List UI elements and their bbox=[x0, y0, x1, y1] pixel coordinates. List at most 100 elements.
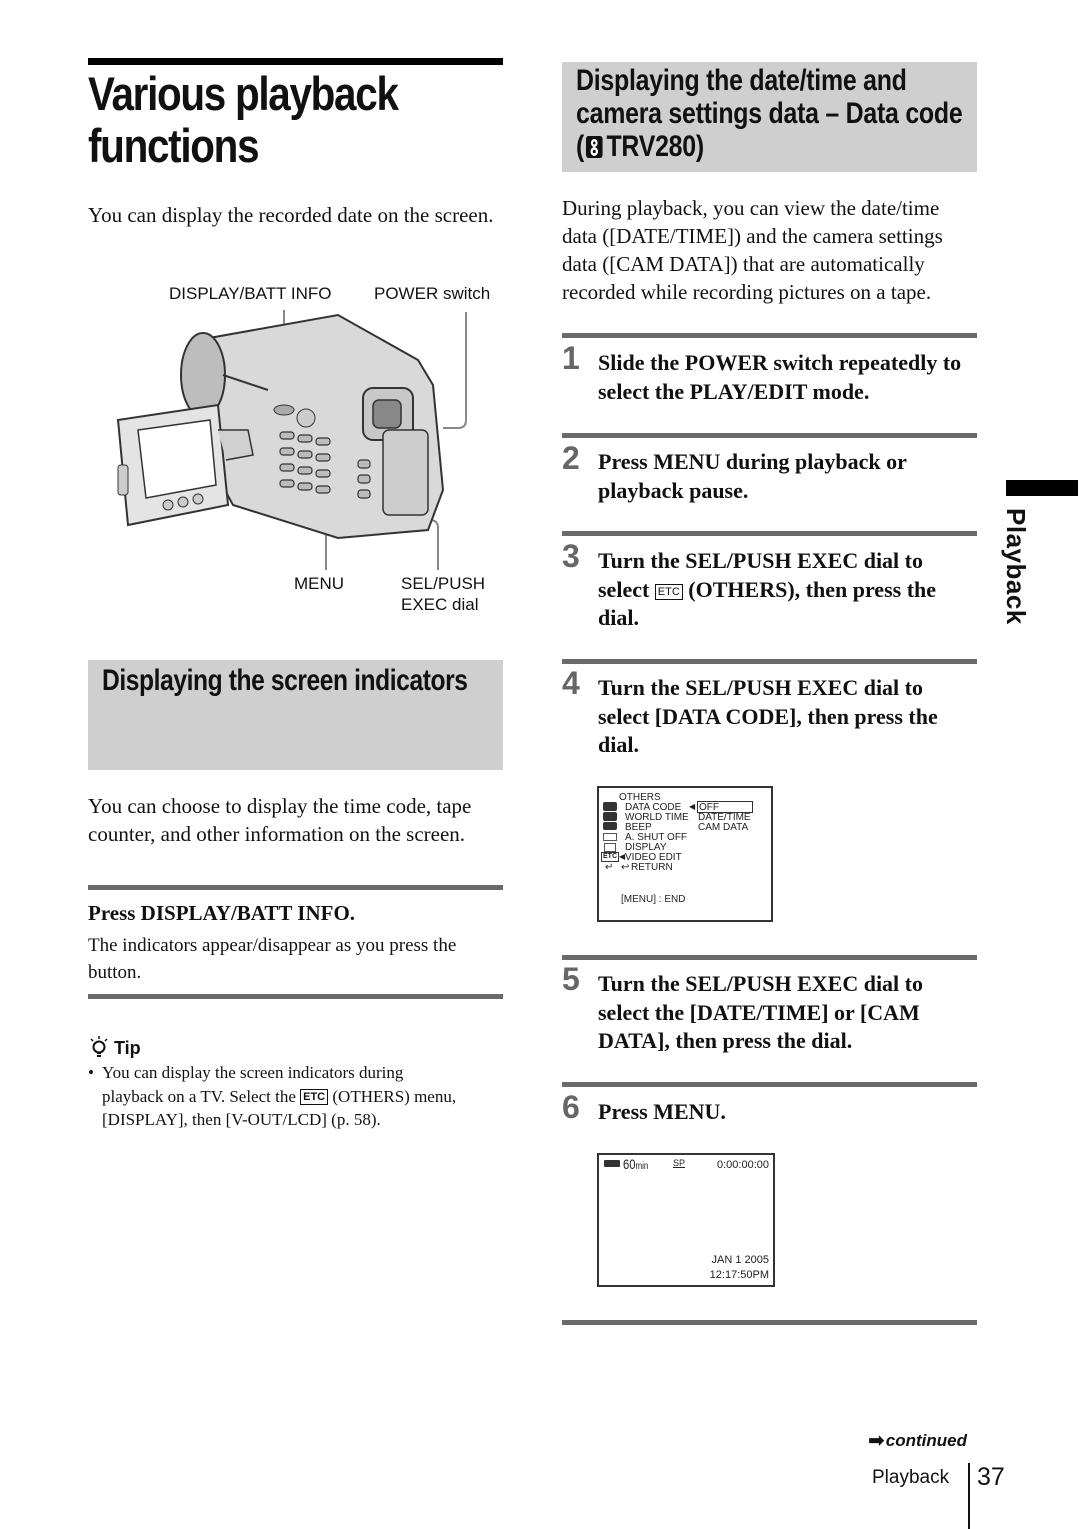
step-title-display: Press DISPLAY/BATT INFO. bbox=[88, 901, 356, 925]
playback-screen: 60min SP 0:00:00:00 JAN 1 2005 12:17:50P… bbox=[597, 1153, 775, 1287]
step-2-number: 2 bbox=[562, 440, 580, 476]
etc-icon: ETC bbox=[654, 583, 683, 600]
step-4-line-2: select [DATA CODE], then press the bbox=[598, 703, 938, 729]
heading-line-1: Displaying the date/time and bbox=[576, 64, 907, 97]
camcorder-figure: DISPLAY/BATT INFO POWER switch MENU SEL/… bbox=[88, 280, 503, 620]
hi8-format-icon bbox=[585, 135, 603, 158]
step-2-rule bbox=[562, 433, 977, 438]
tip-line-3: [DISPLAY], then [V-OUT/LCD] (p. 58). bbox=[102, 1110, 381, 1129]
step-6-number: 6 bbox=[562, 1089, 580, 1125]
heading-paren: ( bbox=[576, 130, 585, 163]
battery-unit: min bbox=[635, 1161, 649, 1172]
step-5-line-3: DATA], then press the dial. bbox=[598, 1028, 853, 1053]
time-display: 12:17:50PM bbox=[709, 1269, 769, 1281]
others-menu-screen: OTHERS DATA CODE ◀ OFF WORLD TIME DATE/T… bbox=[597, 786, 773, 922]
tip-line-2-suffix: (OTHERS) menu, bbox=[332, 1086, 457, 1106]
step-3-line-2: select ETC (OTHERS), then press the bbox=[598, 576, 983, 605]
footer-section-name: Playback bbox=[872, 1467, 950, 1488]
continued-indicator: ➡ continued bbox=[868, 1428, 967, 1453]
step-4-line-3: dial. bbox=[598, 732, 639, 757]
step-5-line-2: select the [DATE/TIME] or [CAM bbox=[598, 999, 920, 1025]
page-number: 37 bbox=[977, 1463, 1005, 1491]
menu-footer: [MENU] : END bbox=[621, 894, 686, 905]
tip-line-1: You can display the screen indicators du… bbox=[102, 1063, 404, 1082]
heading-line-3: ( TRV280) bbox=[576, 130, 962, 163]
page-title: Various playback functions bbox=[88, 68, 449, 172]
tape-menu-icon bbox=[603, 833, 617, 841]
lightbulb-icon bbox=[90, 1036, 108, 1057]
timecode: 0:00:00:00 bbox=[717, 1159, 769, 1171]
step-4-number: 4 bbox=[562, 665, 580, 701]
etc-icon: ETC bbox=[601, 852, 619, 862]
battery-remaining: 60min bbox=[623, 1156, 648, 1172]
intro-text: You can display the recorded date on the… bbox=[88, 203, 494, 227]
side-tab-marker bbox=[1006, 480, 1078, 496]
pointer-icon: ◀ bbox=[689, 802, 696, 811]
step-4-line-1: Turn the SEL/PUSH EXEC dial to bbox=[598, 675, 923, 700]
step-5-number: 5 bbox=[562, 961, 580, 997]
step-body-display: The indicators appear/disappear as you p… bbox=[88, 935, 457, 983]
screen-indicators-body: You can choose to display the time code,… bbox=[88, 794, 472, 846]
step-3-line-2-text: select bbox=[598, 576, 650, 602]
step-3-line-1: Turn the SEL/PUSH EXEC dial to bbox=[598, 548, 923, 573]
step-1-number: 1 bbox=[562, 340, 580, 376]
tip-body: • You can display the screen indicators … bbox=[88, 1061, 508, 1132]
date-display: JAN 1 2005 bbox=[711, 1254, 769, 1266]
side-tab-label: Playback bbox=[1001, 508, 1031, 625]
section-heading-data-code: Displaying the date/time and camera sett… bbox=[576, 64, 963, 163]
step-1-line-2: select the PLAY/EDIT mode. bbox=[598, 378, 870, 404]
step-3-text: Turn the SEL/PUSH EXEC dial to select ET… bbox=[598, 547, 983, 633]
memory-menu-icon bbox=[603, 812, 617, 821]
step-3-rule bbox=[562, 531, 977, 536]
step-rule-top bbox=[88, 885, 503, 890]
step-2-line-2: playback pause. bbox=[598, 477, 749, 503]
section-heading-screen-indicators: Displaying the screen indicators bbox=[102, 664, 468, 697]
step-2-line-1: Press MENU during playback or bbox=[598, 449, 907, 474]
tip-heading: Tip bbox=[88, 1036, 141, 1060]
battery-value: 60 bbox=[623, 1156, 636, 1172]
label-sel-push: SEL/PUSH bbox=[401, 574, 486, 593]
option-cam-data: CAM DATA bbox=[698, 822, 749, 833]
step-3-line-3: dial. bbox=[598, 605, 639, 630]
label-exec-dial: EXEC dial bbox=[401, 595, 479, 614]
step-3-line-2-suffix: (OTHERS), then press the bbox=[688, 576, 937, 602]
etc-icon: ETC bbox=[300, 1088, 329, 1105]
page-title-line-1: Various playback bbox=[88, 67, 399, 120]
record-mode: SP bbox=[673, 1158, 686, 1168]
step-4-rule bbox=[562, 659, 977, 664]
battery-icon bbox=[604, 1160, 620, 1167]
camera-menu-icon bbox=[603, 802, 617, 811]
heading-line-2: camera settings data – Data code bbox=[576, 97, 963, 130]
step-1-text: Slide the POWER switch repeatedly to sel… bbox=[598, 349, 983, 406]
tip-label: Tip bbox=[114, 1037, 141, 1058]
step-1-rule bbox=[562, 333, 977, 338]
bullet: • bbox=[88, 1063, 94, 1082]
label-menu: MENU bbox=[294, 574, 345, 593]
arrow-right-icon: ➡ bbox=[868, 1430, 885, 1452]
tip-line-2: playback on a TV. Select the ETC (OTHERS… bbox=[102, 1085, 508, 1109]
step-6-rule bbox=[562, 1082, 977, 1087]
page-title-line-2: functions bbox=[88, 119, 260, 172]
setup-menu-icon bbox=[604, 843, 616, 852]
step-5-text: Turn the SEL/PUSH EXEC dial to select th… bbox=[598, 970, 983, 1056]
heading-model: TRV280) bbox=[606, 130, 704, 163]
step-rule-bottom bbox=[88, 994, 503, 999]
title-rule bbox=[88, 58, 503, 65]
end-rule bbox=[562, 1320, 977, 1325]
camcorder-illustration bbox=[116, 310, 467, 570]
step-3-number: 3 bbox=[562, 538, 580, 574]
step-5-line-1: Turn the SEL/PUSH EXEC dial to bbox=[598, 971, 923, 996]
step-6-line-1: Press MENU. bbox=[598, 1099, 726, 1124]
step-1-line-1: Slide the POWER switch repeatedly to bbox=[598, 350, 962, 375]
step-4-text: Turn the SEL/PUSH EXEC dial to select [D… bbox=[598, 674, 983, 760]
continued-label: continued bbox=[885, 1430, 967, 1450]
data-code-body: During playback, you can view the date/t… bbox=[562, 196, 943, 304]
menu-item-return: RETURN bbox=[631, 862, 673, 873]
tip-line-2-text: playback on a TV. Select the bbox=[102, 1086, 296, 1106]
return-icon: ↵ bbox=[605, 862, 614, 873]
step-6-text: Press MENU. bbox=[598, 1098, 983, 1127]
footer-divider bbox=[968, 1463, 970, 1529]
step-5-rule bbox=[562, 955, 977, 960]
lcd-menu-icon bbox=[603, 822, 617, 830]
return-arrow-icon: ↩ bbox=[621, 862, 630, 873]
